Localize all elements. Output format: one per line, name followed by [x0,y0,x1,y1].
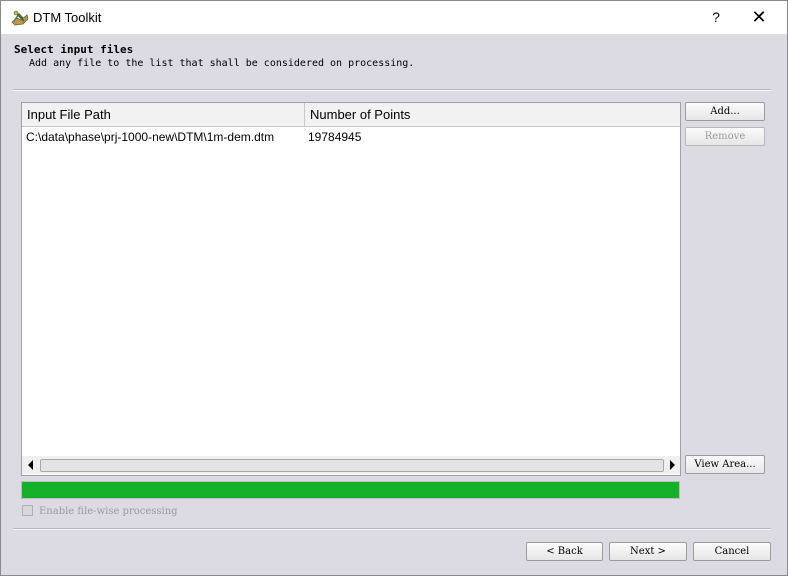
footer-divider [13,528,771,530]
page-title: Select input files [14,43,134,56]
cell-input-file-path: C:\data\phase\prj-1000-new\DTM\1m-dem.dt… [26,130,275,144]
close-button[interactable]: ✕ [747,7,771,27]
add-file-button[interactable]: Add... [685,102,765,121]
input-files-table[interactable]: Input File Path Number of Points C:\data… [21,102,681,476]
page-subtitle: Add any file to the list that shall be c… [29,58,415,69]
horizontal-scrollbar[interactable] [22,456,680,474]
back-button[interactable]: < Back [526,542,603,561]
filewise-processing-label: Enable file-wise processing [39,506,178,517]
table-header: Input File Path Number of Points [22,103,680,127]
window-title: DTM Toolkit [33,10,102,25]
scrollbar-thumb[interactable] [40,459,664,472]
remove-file-button[interactable]: Remove [685,127,765,146]
scroll-right-arrow-icon[interactable] [670,460,675,470]
cell-number-of-points: 19784945 [308,130,362,144]
view-area-button[interactable]: View Area... [685,455,765,474]
filewise-processing-checkbox[interactable] [22,505,33,516]
column-header-input-file-path[interactable]: Input File Path [22,103,305,126]
cancel-button[interactable]: Cancel [693,542,771,561]
dtm-toolkit-dialog: DTM Toolkit ? ✕ Select input files Add a… [0,0,788,576]
column-header-number-of-points[interactable]: Number of Points [305,103,680,126]
next-button[interactable]: Next > [609,542,687,561]
title-bar: DTM Toolkit ? ✕ [1,1,787,34]
progress-bar [21,481,680,499]
dtm-toolkit-app-icon [11,10,29,26]
progress-bar-fill [22,482,679,498]
header-divider [13,89,771,91]
scroll-left-arrow-icon[interactable] [28,460,33,470]
help-button[interactable]: ? [707,7,725,27]
table-row[interactable]: C:\data\phase\prj-1000-new\DTM\1m-dem.dt… [22,127,680,149]
